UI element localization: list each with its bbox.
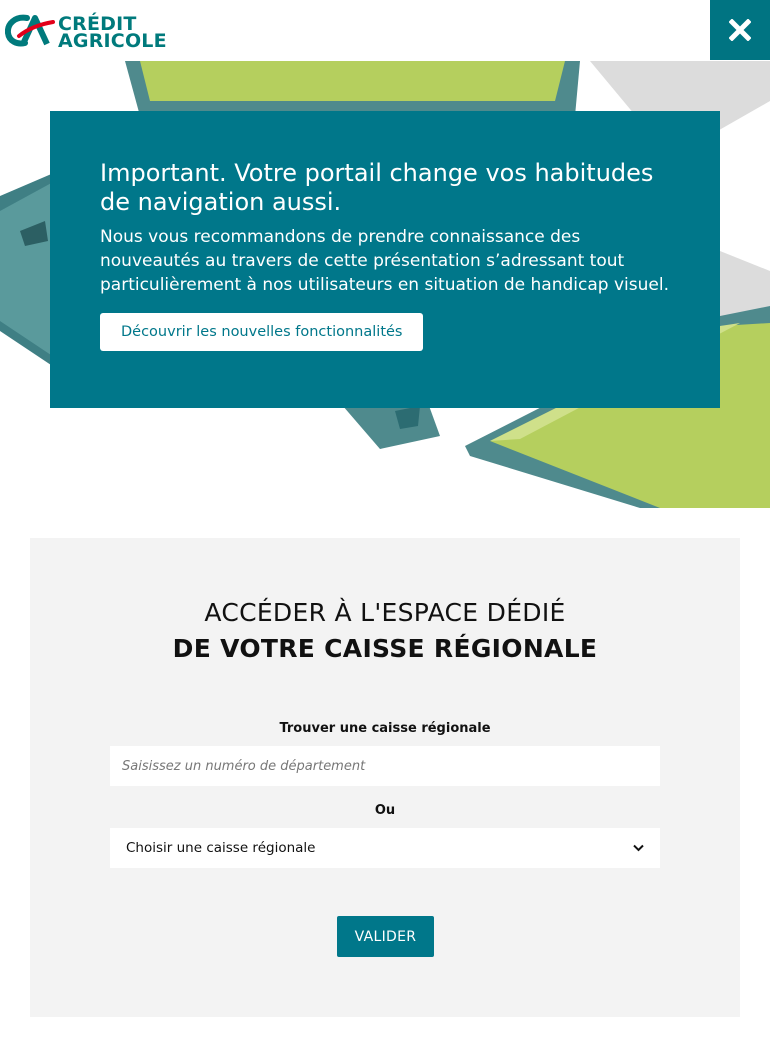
panel-title-line2: DE VOTRE CAISSE RÉGIONALE bbox=[172, 634, 598, 663]
department-placeholder: Saisissez un numéro de département bbox=[122, 758, 366, 774]
panel-title-line1: ACCÉDER À L'ESPACE DÉDIÉ bbox=[204, 598, 566, 627]
ca-monogram-icon bbox=[5, 14, 55, 47]
discover-features-button[interactable]: Découvrir les nouvelles fonctionnalités bbox=[100, 313, 424, 351]
credit-agricole-logo[interactable]: CRÉDIT AGRICOLE bbox=[5, 14, 170, 54]
validate-button[interactable]: VALIDER bbox=[337, 916, 434, 957]
close-button[interactable] bbox=[710, 0, 770, 60]
or-label: Ou bbox=[374, 803, 396, 818]
select-value: Choisir une caisse régionale bbox=[126, 840, 316, 856]
regional-bank-panel: ACCÉDER À L'ESPACE DÉDIÉ DE VOTRE CAISSE… bbox=[30, 538, 740, 1017]
find-bank-label: Trouver une caisse régionale bbox=[279, 721, 491, 736]
announcement-card: Important. Votre portail change vos habi… bbox=[50, 111, 720, 408]
close-icon bbox=[729, 19, 751, 41]
announcement-title: Important. Votre portail change vos habi… bbox=[100, 159, 654, 216]
announcement-text: Nous vous recommandons de prendre connai… bbox=[100, 227, 669, 295]
header: CRÉDIT AGRICOLE bbox=[0, 0, 770, 61]
hero-banner: Important. Votre portail change vos habi… bbox=[0, 61, 770, 508]
logo-wordmark: CRÉDIT AGRICOLE bbox=[58, 13, 167, 52]
regional-bank-select[interactable]: Choisir une caisse régionale bbox=[110, 828, 660, 868]
department-input[interactable]: Saisissez un numéro de département bbox=[110, 746, 660, 786]
chevron-down-icon bbox=[633, 844, 644, 852]
